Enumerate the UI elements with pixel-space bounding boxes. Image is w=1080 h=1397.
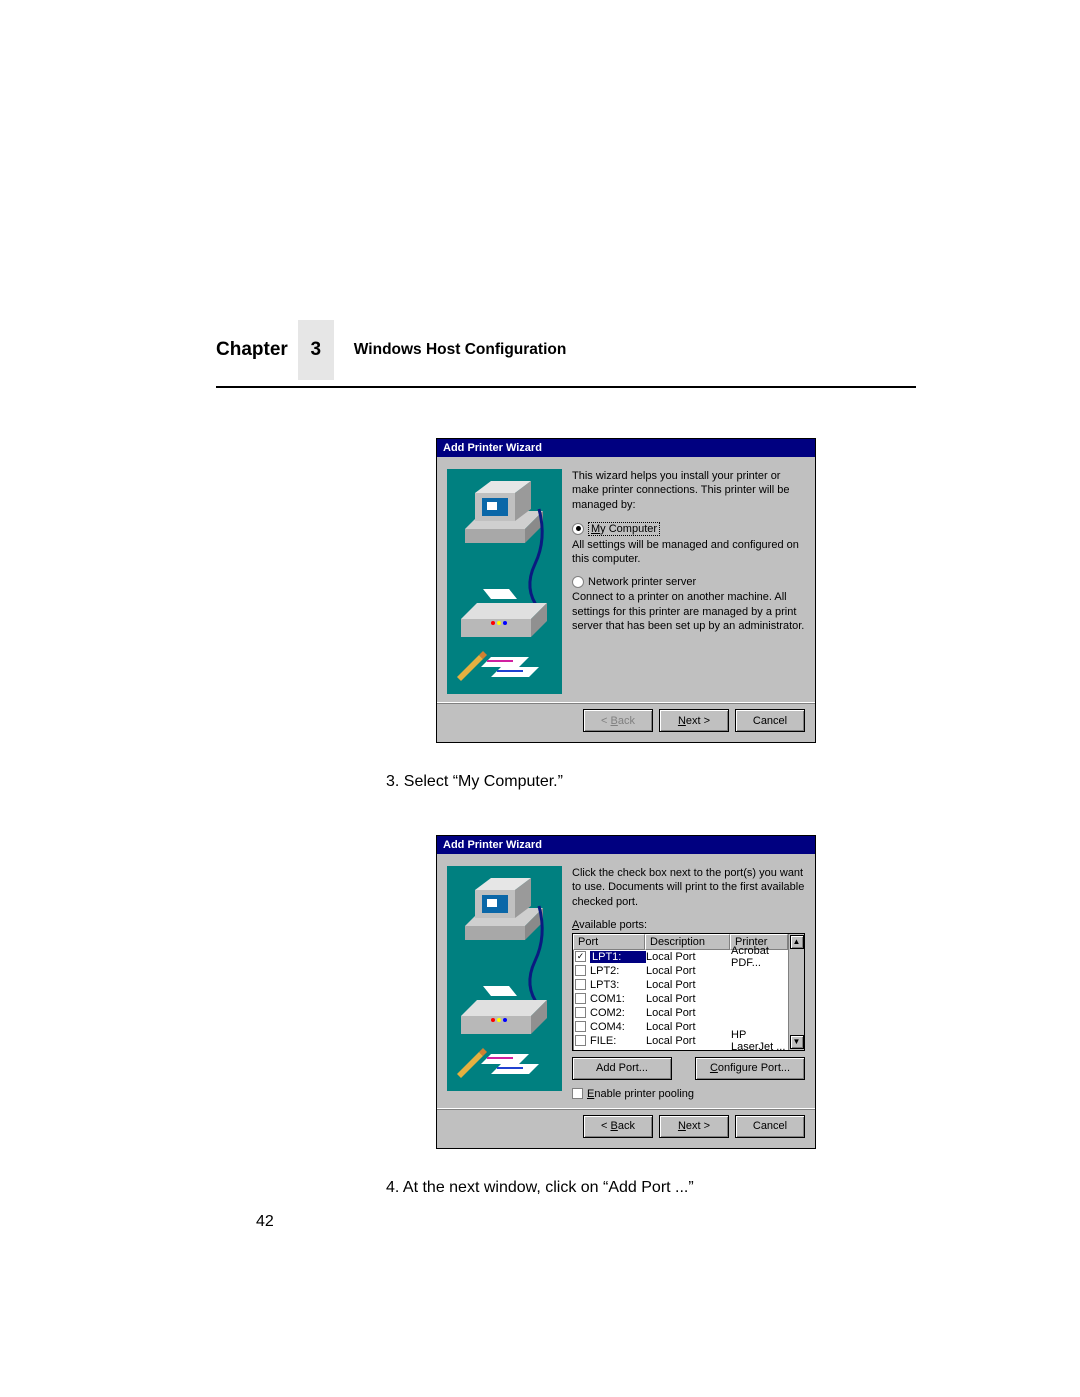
port-checkbox[interactable] xyxy=(575,1021,586,1032)
port-checkbox[interactable] xyxy=(575,1035,586,1046)
wizard-graphic-icon xyxy=(447,469,562,694)
radio-unselected-icon xyxy=(572,576,584,588)
port-name: COM2: xyxy=(590,1007,646,1019)
chapter-number: 3 xyxy=(298,320,334,380)
port-name: LPT3: xyxy=(590,979,646,991)
col-description: Description xyxy=(645,934,730,950)
port-row[interactable]: COM1:Local Port xyxy=(573,992,788,1006)
port-checkbox[interactable] xyxy=(575,951,586,962)
back-button[interactable]: < Back xyxy=(583,1115,653,1138)
add-printer-wizard-dialog-1: Add Printer Wizard xyxy=(436,438,816,743)
port-row[interactable]: COM2:Local Port xyxy=(573,1006,788,1020)
port-description: Local Port xyxy=(646,979,731,991)
chapter-header: Chapter 3 Windows Host Configuration xyxy=(216,320,916,380)
port-printer: HP LaserJet ... xyxy=(731,1029,786,1053)
add-printer-wizard-dialog-2: Add Printer Wizard xyxy=(436,835,816,1149)
port-description: Local Port xyxy=(646,1007,731,1019)
radio2-description: Connect to a printer on another machine.… xyxy=(572,590,805,633)
port-name: COM1: xyxy=(590,993,646,1005)
page-number: 42 xyxy=(256,1213,916,1231)
next-button[interactable]: Next > xyxy=(659,1115,729,1138)
port-name: FILE: xyxy=(590,1035,646,1047)
dialog-intro: This wizard helps you install your print… xyxy=(572,469,805,512)
next-button[interactable]: Next > xyxy=(659,709,729,732)
step-4-text: 4. At the next window, click on “Add Por… xyxy=(386,1179,916,1197)
port-row[interactable]: FILE:Local PortHP LaserJet ... xyxy=(573,1034,788,1048)
port-row[interactable]: LPT1:Local PortAcrobat PDF... xyxy=(573,950,788,964)
radio1-description: All settings will be managed and configu… xyxy=(572,538,805,567)
chapter-title: Windows Host Configuration xyxy=(354,341,567,359)
port-description: Local Port xyxy=(646,951,731,963)
chapter-label: Chapter xyxy=(216,339,288,361)
header-divider xyxy=(216,386,916,388)
col-port: Port xyxy=(573,934,645,950)
cancel-button[interactable]: Cancel xyxy=(735,1115,805,1138)
port-row[interactable]: LPT3:Local Port xyxy=(573,978,788,992)
port-description: Local Port xyxy=(646,1035,731,1047)
back-button[interactable]: < Back xyxy=(583,709,653,732)
port-description: Local Port xyxy=(646,965,731,977)
port-name: LPT1: xyxy=(590,951,646,963)
dialog-titlebar: Add Printer Wizard xyxy=(437,439,815,457)
dialog-titlebar: Add Printer Wizard xyxy=(437,836,815,854)
port-checkbox[interactable] xyxy=(575,993,586,1004)
wizard-graphic-icon xyxy=(447,866,562,1091)
port-description: Local Port xyxy=(646,1021,731,1033)
step-3-text: 3. Select “My Computer.” xyxy=(386,773,916,791)
configure-port-button[interactable]: Configure Port... xyxy=(695,1057,805,1080)
port-checkbox[interactable] xyxy=(575,979,586,990)
radio-network-server[interactable]: Network printer server xyxy=(572,576,805,588)
enable-pooling-checkbox[interactable]: Enable printer pooling xyxy=(572,1088,805,1100)
port-checkbox[interactable] xyxy=(575,965,586,976)
scroll-down-icon[interactable]: ▼ xyxy=(790,1035,804,1049)
enable-pooling-label: Enable printer pooling xyxy=(587,1088,694,1100)
available-ports-label: Available ports: xyxy=(572,919,805,931)
port-description: Local Port xyxy=(646,993,731,1005)
dialog2-intro: Click the check box next to the port(s) … xyxy=(572,866,805,909)
radio-network-label: Network printer server xyxy=(588,576,696,588)
radio-my-computer-label: My Computer xyxy=(588,522,660,536)
scrollbar[interactable]: ▲ ▼ xyxy=(788,934,804,1050)
ports-listbox[interactable]: Port Description Printer LPT1:Local Port… xyxy=(572,933,805,1051)
scroll-up-icon[interactable]: ▲ xyxy=(790,935,804,949)
port-name: LPT2: xyxy=(590,965,646,977)
port-name: COM4: xyxy=(590,1021,646,1033)
port-printer: Acrobat PDF... xyxy=(731,945,786,969)
port-checkbox[interactable] xyxy=(575,1007,586,1018)
add-port-button[interactable]: Add Port... xyxy=(572,1057,672,1080)
cancel-button[interactable]: Cancel xyxy=(735,709,805,732)
radio-my-computer[interactable]: My Computer xyxy=(572,522,805,536)
radio-selected-icon xyxy=(572,523,584,535)
